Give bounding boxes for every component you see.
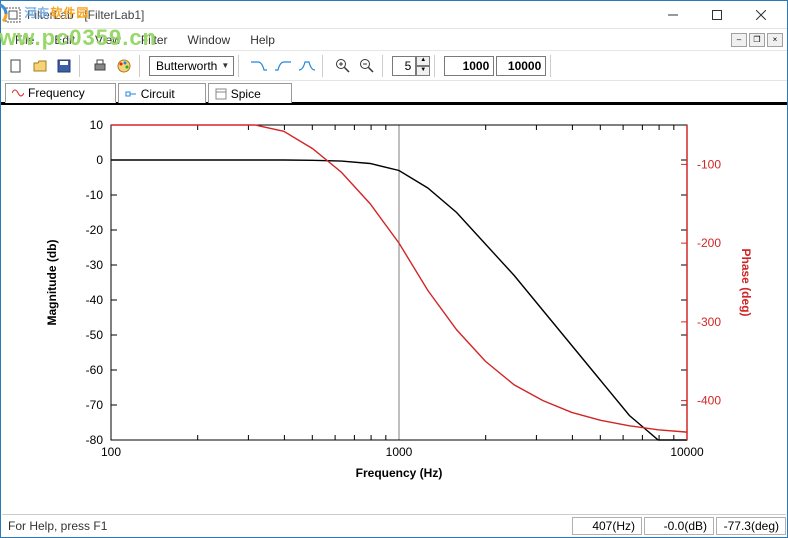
status-mag: -0.0(dB): [644, 517, 714, 535]
order-value: 5: [392, 56, 416, 76]
wave-icon: [12, 87, 24, 99]
svg-text:-100: -100: [697, 157, 721, 171]
bandpass-button[interactable]: [296, 55, 318, 77]
tab-label: Circuit: [141, 87, 175, 101]
filter-type-value: Butterworth: [156, 59, 217, 73]
status-bar: For Help, press F1 407(Hz) -0.0(dB) -77.…: [2, 514, 786, 536]
svg-text:100: 100: [101, 445, 121, 459]
lowpass-button[interactable]: [248, 55, 270, 77]
toolbar: Butterworth ▼ 5 ▲▼: [1, 51, 787, 81]
menu-edit[interactable]: Edit: [44, 31, 85, 49]
palette-button[interactable]: [113, 55, 135, 77]
title-bar: FilterLab - [FilterLab1]: [1, 1, 787, 29]
menu-file[interactable]: File: [5, 31, 44, 49]
status-help: For Help, press F1: [8, 519, 570, 533]
zoom-out-button[interactable]: [356, 55, 378, 77]
svg-text:-300: -300: [697, 315, 721, 329]
app-icon: [5, 7, 21, 23]
mdi-close-button[interactable]: ×: [767, 33, 783, 47]
svg-text:Phase (deg): Phase (deg): [739, 248, 753, 316]
freq1-field[interactable]: [444, 56, 494, 76]
print-button[interactable]: [89, 55, 111, 77]
menu-filter[interactable]: Filter: [131, 31, 178, 49]
order-spinner[interactable]: 5 ▲▼: [392, 56, 430, 76]
tab-circuit[interactable]: Circuit: [118, 83, 206, 103]
menu-window[interactable]: Window: [178, 31, 241, 49]
spin-up[interactable]: ▲: [416, 56, 430, 66]
svg-text:0: 0: [96, 153, 103, 167]
svg-text:10000: 10000: [670, 445, 704, 459]
status-phase: -77.3(deg): [716, 517, 786, 535]
svg-text:-20: -20: [86, 223, 104, 237]
svg-text:Magnitude (db): Magnitude (db): [45, 240, 59, 326]
separator: [382, 55, 388, 77]
open-button[interactable]: [29, 55, 51, 77]
freq2-field[interactable]: [496, 56, 546, 76]
tab-spice[interactable]: Spice: [208, 83, 292, 103]
tab-label: Frequency: [28, 86, 85, 100]
menu-help[interactable]: Help: [240, 31, 285, 49]
svg-text:Frequency (Hz): Frequency (Hz): [356, 466, 443, 480]
separator: [238, 55, 244, 77]
svg-text:-50: -50: [86, 328, 104, 342]
svg-text:-200: -200: [697, 236, 721, 250]
separator: [322, 55, 328, 77]
svg-text:-10: -10: [86, 188, 104, 202]
separator: [139, 55, 145, 77]
highpass-button[interactable]: [272, 55, 294, 77]
minimize-button[interactable]: [651, 2, 695, 28]
tab-frequency[interactable]: Frequency: [5, 83, 116, 103]
bode-plot[interactable]: 100100010000-80-70-60-50-40-30-20-10010-…: [1, 105, 787, 495]
tab-strip: Frequency Circuit Spice: [1, 81, 787, 105]
menu-view[interactable]: View: [85, 31, 131, 49]
circuit-icon: [125, 88, 137, 100]
svg-text:-80: -80: [86, 433, 104, 447]
window-title: FilterLab - [FilterLab1]: [27, 8, 651, 22]
svg-text:-30: -30: [86, 258, 104, 272]
svg-text:10: 10: [90, 118, 104, 132]
svg-text:-40: -40: [86, 293, 104, 307]
status-freq: 407(Hz): [572, 517, 642, 535]
spice-icon: [215, 88, 227, 100]
spin-down[interactable]: ▼: [416, 66, 430, 76]
save-button[interactable]: [53, 55, 75, 77]
mdi-minimize-button[interactable]: –: [731, 33, 747, 47]
svg-text:-60: -60: [86, 363, 104, 377]
separator: [434, 55, 440, 77]
menu-bar: File Edit View Filter Window Help – ❐ ×: [1, 29, 787, 51]
svg-text:1000: 1000: [386, 445, 413, 459]
filter-type-combo[interactable]: Butterworth ▼: [149, 56, 234, 76]
svg-text:-400: -400: [697, 394, 721, 408]
mdi-restore-button[interactable]: ❐: [749, 33, 765, 47]
separator: [79, 55, 85, 77]
close-button[interactable]: [739, 2, 783, 28]
new-button[interactable]: [5, 55, 27, 77]
svg-text:-70: -70: [86, 398, 104, 412]
tab-label: Spice: [231, 87, 261, 101]
maximize-button[interactable]: [695, 2, 739, 28]
separator: [550, 55, 556, 77]
chart-area: 100100010000-80-70-60-50-40-30-20-10010-…: [1, 105, 787, 495]
zoom-in-button[interactable]: [332, 55, 354, 77]
chevron-down-icon: ▼: [221, 61, 229, 70]
